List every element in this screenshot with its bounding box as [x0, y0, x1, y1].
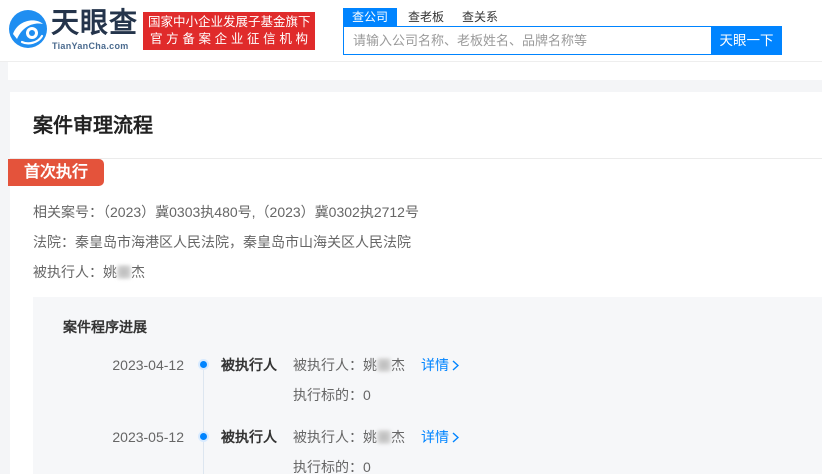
subject-label: 执行标的： — [293, 459, 363, 474]
badge-line-2: 官方备案企业征信机构 — [150, 32, 308, 46]
defendant-name-last: 杰 — [131, 264, 145, 280]
card-title: 案件审理流程 — [33, 115, 153, 137]
site-logo[interactable]: 天眼查 TianYanCha.com — [0, 0, 140, 62]
logo-domain: TianYanCha.com — [52, 41, 129, 51]
entry-role: 被执行人 — [221, 357, 277, 373]
info-label: 被执行人： — [33, 264, 103, 280]
info-label: 相关案号： — [33, 204, 103, 220]
entry-subject: 执行标的：0 — [293, 457, 371, 474]
subject-value: 0 — [363, 459, 371, 474]
timeline-dot-icon — [200, 433, 207, 440]
tianyancha-logo-icon — [9, 10, 47, 48]
tab-search-boss[interactable]: 查老板 — [399, 8, 453, 26]
detail-link-label: 详情 — [421, 357, 449, 373]
blurred-char — [377, 358, 391, 372]
progress-title: 案件程序进展 — [63, 319, 147, 335]
entry-date: 2023-04-12 — [112, 357, 184, 373]
case-process-card: 案件审理流程 首次执行 相关案号：（2023）冀0303执480号,（2023）… — [8, 92, 822, 474]
previous-card-edge — [8, 62, 822, 80]
detail-link-label: 详情 — [421, 429, 449, 445]
chevron-right-icon — [452, 360, 460, 371]
case-numbers-value: （2023）冀0303执480号,（2023）冀0302执2712号 — [103, 204, 419, 220]
timeline-dot-icon — [200, 361, 207, 368]
blurred-char — [377, 430, 391, 444]
detail-name-last: 杰 — [391, 357, 405, 373]
subject-label: 执行标的： — [293, 387, 363, 403]
card-divider — [10, 158, 822, 159]
subject-value: 0 — [363, 387, 371, 403]
detail-name-first: 姚 — [363, 429, 377, 445]
tab-search-relation[interactable]: 查关系 — [453, 8, 507, 26]
chevron-right-icon — [452, 432, 460, 443]
entry-role: 被执行人 — [221, 429, 277, 445]
stage-tag: 首次执行 — [8, 159, 104, 186]
detail-name-last: 杰 — [391, 429, 405, 445]
detail-label: 被执行人： — [293, 357, 363, 373]
entry-subject: 执行标的：0 — [293, 385, 371, 405]
info-label: 法院： — [33, 234, 75, 250]
detail-label: 被执行人： — [293, 429, 363, 445]
site-header: 天眼查 TianYanCha.com 国家中小企业发展子基金旗下 官方备案企业征… — [0, 0, 822, 62]
timeline-entry: 2023-04-12 被执行人 被执行人：姚杰 详情 执行标的：0 — [33, 355, 822, 415]
defendant-name-first: 姚 — [103, 264, 117, 280]
info-row-defendant: 被执行人：姚杰 — [33, 262, 145, 282]
detail-link[interactable]: 详情 — [421, 427, 460, 447]
info-row-case-numbers: 相关案号：（2023）冀0303执480号,（2023）冀0302执2712号 — [33, 202, 419, 222]
detail-link[interactable]: 详情 — [421, 355, 460, 375]
search-input[interactable] — [343, 26, 711, 55]
entry-date: 2023-05-12 — [112, 429, 184, 445]
logo-text: 天眼查 — [51, 7, 139, 38]
detail-name-first: 姚 — [363, 357, 377, 373]
blurred-char — [117, 265, 131, 279]
info-row-court: 法院：秦皇岛市海港区人民法院，秦皇岛市山海关区人民法院 — [33, 232, 411, 252]
tab-search-company[interactable]: 查公司 — [343, 8, 397, 26]
progress-panel: 案件程序进展 2023-04-12 被执行人 被执行人：姚杰 详情 执行标的：0… — [33, 297, 822, 474]
search-button[interactable]: 天眼一下 — [711, 26, 782, 55]
entry-detail: 被执行人：姚杰 — [293, 427, 405, 447]
timeline-entry: 2023-05-12 被执行人 被执行人：姚杰 详情 执行标的：0 — [33, 427, 822, 474]
official-badge: 国家中小企业发展子基金旗下 官方备案企业征信机构 — [143, 12, 315, 50]
badge-line-1: 国家中小企业发展子基金旗下 — [148, 15, 310, 29]
entry-detail: 被执行人：姚杰 — [293, 355, 405, 375]
court-value: 秦皇岛市海港区人民法院，秦皇岛市山海关区人民法院 — [75, 234, 411, 250]
